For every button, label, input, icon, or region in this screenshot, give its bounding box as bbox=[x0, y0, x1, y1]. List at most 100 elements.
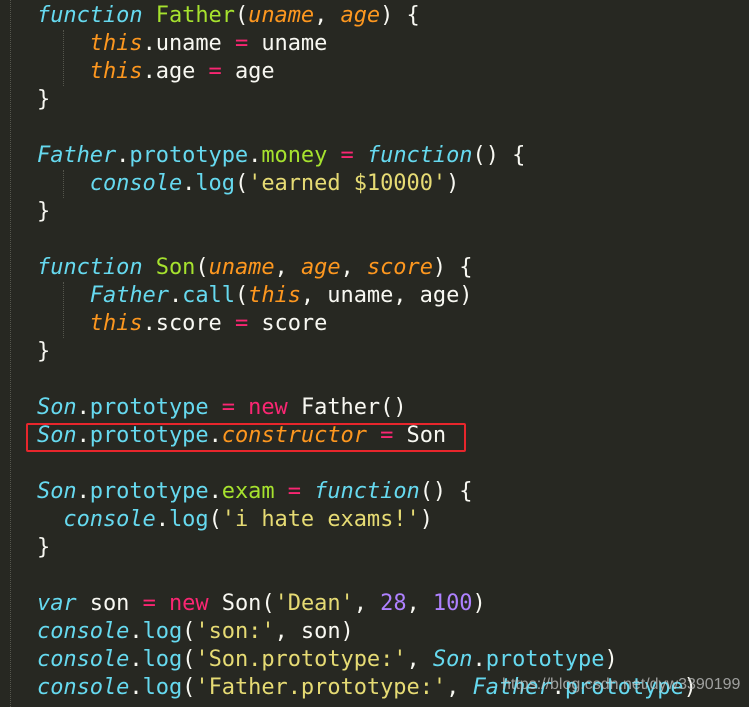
code-token: .age bbox=[142, 59, 209, 84]
code-token: Son bbox=[37, 395, 77, 420]
indent-guide bbox=[63, 30, 64, 86]
code-token: . bbox=[129, 647, 143, 672]
code-token: 'Son.prototype:' bbox=[195, 647, 407, 672]
code-token: 28 bbox=[380, 591, 407, 616]
code-token: , son) bbox=[274, 619, 354, 644]
code-token: prototype bbox=[485, 647, 605, 672]
code-token: money bbox=[261, 143, 328, 168]
code-token: . bbox=[129, 675, 143, 700]
code-token: uname bbox=[248, 31, 328, 56]
code-editor[interactable]: function Father(uname, age) { this.uname… bbox=[0, 0, 749, 707]
code-token: function bbox=[37, 3, 143, 28]
code-line: console.log('i hate exams!') bbox=[37, 506, 433, 534]
code-token: exam bbox=[221, 479, 275, 504]
code-token: 100 bbox=[432, 591, 473, 616]
indent-guide bbox=[63, 170, 64, 198]
code-token: . bbox=[208, 479, 222, 504]
code-token: ( bbox=[182, 619, 196, 644]
code-token: .score bbox=[142, 311, 235, 336]
code-line: this.age = age bbox=[37, 58, 275, 86]
code-token: this bbox=[89, 59, 143, 84]
code-token: () { bbox=[472, 143, 526, 168]
code-token: ( bbox=[234, 171, 249, 196]
code-token: 'Father.prototype:' bbox=[195, 675, 447, 700]
code-token: age bbox=[340, 3, 381, 28]
code-line: function Son(uname, age, score) { bbox=[37, 254, 473, 282]
code-line: console.log('earned $10000') bbox=[37, 170, 460, 198]
code-token: Father() bbox=[287, 395, 407, 420]
code-token: Father bbox=[89, 283, 169, 308]
code-token: age bbox=[221, 59, 275, 84]
code-token: function bbox=[314, 479, 420, 504]
code-token: . bbox=[472, 647, 486, 672]
code-token: ( bbox=[182, 675, 196, 700]
code-token: = bbox=[221, 395, 235, 420]
code-token: . bbox=[116, 143, 130, 168]
code-token: uname bbox=[208, 255, 275, 280]
code-token: } bbox=[37, 535, 51, 560]
code-token: ( bbox=[208, 507, 222, 532]
code-token: Son( bbox=[208, 591, 275, 616]
code-token: . bbox=[155, 507, 169, 532]
code-token: ( bbox=[182, 647, 196, 672]
code-token: var bbox=[37, 591, 77, 616]
code-token: prototype bbox=[89, 395, 209, 420]
code-token: console bbox=[37, 619, 130, 644]
code-token: Father bbox=[155, 3, 235, 28]
code-token: 'son:' bbox=[195, 619, 275, 644]
code-token: 'i hate exams!' bbox=[221, 507, 420, 532]
code-token: ) bbox=[604, 647, 618, 672]
code-token: .uname bbox=[142, 31, 235, 56]
code-token: prototype bbox=[129, 143, 249, 168]
code-token: ) { bbox=[380, 3, 420, 28]
code-token: score bbox=[248, 311, 328, 336]
code-token: new bbox=[168, 591, 209, 616]
code-token: ( bbox=[234, 283, 249, 308]
code-token: log bbox=[195, 171, 235, 196]
code-token: uname bbox=[248, 3, 315, 28]
code-token: 'earned $10000' bbox=[248, 171, 447, 196]
code-token: ( bbox=[195, 255, 209, 280]
watermark: https://blog.csdn.net/dyw3390199 bbox=[502, 676, 741, 693]
code-token: = bbox=[142, 591, 156, 616]
code-token: console bbox=[63, 507, 156, 532]
code-line: Father.call(this, uname, age) bbox=[37, 282, 473, 310]
code-token: this bbox=[248, 283, 301, 308]
code-token: . bbox=[129, 619, 143, 644]
code-token: this bbox=[89, 311, 143, 336]
code-line: } bbox=[37, 198, 50, 226]
code-line: var son = new Son('Dean', 28, 100) bbox=[37, 590, 486, 618]
code-line: Father.prototype.money = function() { bbox=[37, 142, 525, 170]
code-line: } bbox=[37, 86, 50, 114]
code-token: function bbox=[366, 143, 473, 168]
code-token: = bbox=[234, 31, 249, 56]
code-token: = bbox=[287, 479, 301, 504]
code-token: console bbox=[37, 675, 130, 700]
code-token: ( bbox=[234, 3, 249, 28]
code-token: call bbox=[182, 283, 235, 308]
code-token: prototype bbox=[89, 479, 209, 504]
code-line: console.log('son:', son) bbox=[37, 618, 354, 646]
code-token: new bbox=[248, 395, 288, 420]
code-token: , bbox=[353, 591, 381, 616]
code-token: = bbox=[340, 143, 354, 168]
code-token: log bbox=[168, 507, 209, 532]
code-token: , bbox=[340, 255, 367, 280]
code-line: Son.prototype.exam = function() { bbox=[37, 478, 473, 506]
code-token: ) { bbox=[432, 255, 473, 280]
code-token: , bbox=[406, 591, 433, 616]
code-token: } bbox=[37, 87, 51, 112]
code-token: score bbox=[366, 255, 433, 280]
code-token: . bbox=[76, 395, 90, 420]
code-token: = bbox=[234, 311, 249, 336]
code-token: , bbox=[274, 255, 301, 280]
code-token: . bbox=[76, 479, 90, 504]
code-line: this.uname = uname bbox=[37, 30, 328, 58]
code-token: age bbox=[300, 255, 341, 280]
